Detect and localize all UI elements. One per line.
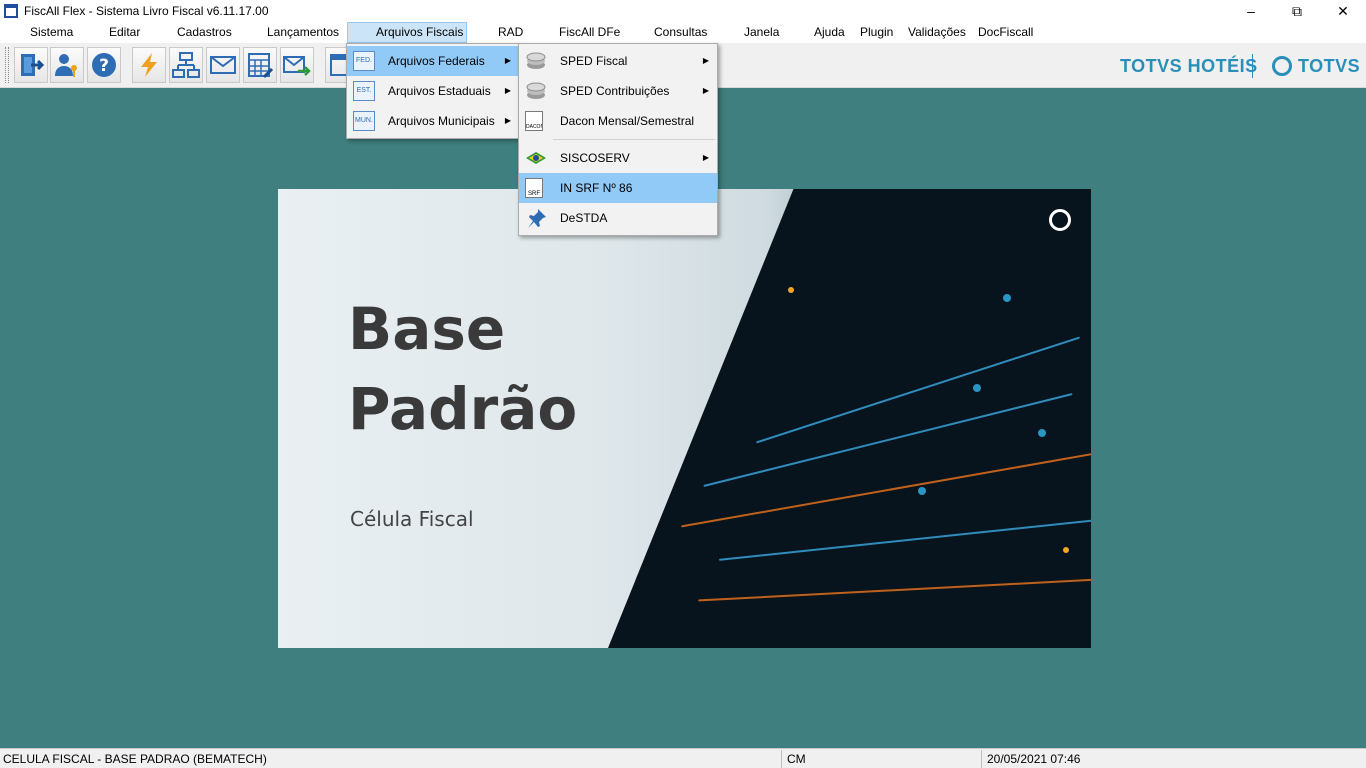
menu-consultas[interactable]: Consultas — [648, 22, 713, 43]
submenu-arrow-icon: ▶ — [702, 153, 709, 162]
splash-dark-panel — [608, 189, 1091, 648]
light-dot — [918, 487, 926, 495]
window-title: FiscAll Flex - Sistema Livro Fiscal v6.1… — [24, 4, 269, 18]
menu-editar[interactable]: Editar — [103, 22, 146, 43]
menu-item-label: DeSTDA — [560, 211, 608, 225]
menu-item-label: Arquivos Municipais — [388, 114, 495, 128]
splash-logo-icon — [1049, 209, 1071, 231]
menu-rad[interactable]: RAD — [492, 22, 529, 43]
light-dot — [973, 384, 981, 392]
status-bar: CELULA FISCAL - BASE PADRAO (BEMATECH) C… — [0, 748, 1366, 768]
totvs-logo-icon — [1272, 56, 1292, 76]
network-icon — [172, 52, 200, 78]
submenu-arrow-icon: ▶ — [504, 86, 511, 95]
calculator-button[interactable] — [243, 47, 277, 83]
menu-cadastros[interactable]: Cadastros — [171, 22, 238, 43]
menu-item-label: Dacon Mensal/Semestral — [560, 114, 695, 128]
menu-item-sped-contribuicoes[interactable]: SPED Contribuições ▶ — [519, 76, 717, 106]
user-key-icon — [55, 54, 77, 77]
splash-title: Base Padrão — [348, 289, 577, 449]
dacon-document-icon: DACON — [525, 111, 543, 131]
minimize-icon: – — [1247, 3, 1255, 19]
menu-item-label: SPED Fiscal — [560, 54, 628, 68]
light-dot — [1003, 294, 1011, 302]
menu-janela[interactable]: Janela — [738, 22, 785, 43]
splash-image: Base Padrão Célula Fiscal — [278, 189, 1091, 648]
menu-item-label: Arquivos Federais — [388, 54, 485, 68]
est-icon: EST. — [353, 81, 375, 101]
menu-plugin[interactable]: Plugin — [854, 22, 899, 43]
network-button[interactable] — [169, 47, 203, 83]
splash-subtitle: Célula Fiscal — [350, 507, 474, 531]
menu-item-arquivos-municipais[interactable]: MUN. Arquivos Municipais ▶ — [347, 106, 519, 136]
mail-button[interactable] — [206, 47, 240, 83]
user-key-button[interactable] — [50, 47, 84, 83]
menu-validacoes[interactable]: Validações — [902, 22, 972, 43]
toolbar-grip[interactable] — [5, 47, 9, 83]
menu-ajuda[interactable]: Ajuda — [808, 22, 851, 43]
status-datetime: 20/05/2021 07:46 — [987, 752, 1081, 766]
splash-title-line1: Base — [348, 295, 506, 363]
menu-item-dacon[interactable]: DACON Dacon Mensal/Semestral — [519, 106, 717, 136]
mun-icon: MUN. — [353, 111, 375, 131]
close-icon: ✕ — [1337, 2, 1349, 19]
submenu-arrow-icon: ▶ — [504, 56, 511, 65]
menu-item-label: IN SRF Nº 86 — [560, 181, 633, 195]
help-icon: ? — [92, 53, 116, 77]
splash-title-line2: Padrão — [348, 375, 578, 443]
menu-sistema[interactable]: Sistema — [24, 22, 79, 43]
exit-button[interactable] — [14, 47, 48, 83]
light-dot — [788, 287, 794, 293]
pushpin-icon — [525, 208, 547, 228]
light-dot — [1063, 547, 1069, 553]
exit-door-icon — [21, 54, 45, 76]
menu-item-destda[interactable]: DeSTDA — [519, 203, 717, 233]
menu-item-siscoserv[interactable]: SISCOSERV ▶ — [519, 143, 717, 173]
srf-document-icon: SRF — [525, 178, 543, 198]
calculator-icon — [248, 53, 274, 79]
app-icon — [4, 4, 18, 18]
lightning-button[interactable] — [132, 47, 166, 83]
light-dot — [1038, 429, 1046, 437]
totvs-logo-text: TOTVS — [1298, 55, 1361, 76]
menu-separator — [553, 139, 715, 140]
menu-docfiscall[interactable]: DocFiscall — [972, 22, 1039, 43]
send-mail-icon — [283, 56, 311, 76]
menu-fiscall-dfe[interactable]: FiscAll DFe — [553, 22, 626, 43]
close-button[interactable]: ✕ — [1320, 0, 1366, 22]
restore-icon: ⧉ — [1292, 2, 1302, 19]
title-bar: FiscAll Flex - Sistema Livro Fiscal v6.1… — [0, 0, 1366, 22]
submenu-arrow-icon: ▶ — [504, 116, 511, 125]
menu-item-label: SPED Contribuições — [560, 84, 670, 98]
brand-divider — [1252, 54, 1253, 78]
arquivos-federais-submenu: SPED Fiscal ▶ SPED Contribuições ▶ DACON… — [518, 43, 718, 236]
totvs-logo: TOTVS — [1272, 52, 1360, 80]
send-mail-button[interactable] — [280, 47, 314, 83]
menu-item-sped-fiscal[interactable]: SPED Fiscal ▶ — [519, 46, 717, 76]
restore-button[interactable]: ⧉ — [1274, 0, 1320, 22]
totvs-hoteis-logo: TOTVS HOTÉIS — [1120, 55, 1258, 76]
menu-item-label: Arquivos Estaduais — [388, 84, 491, 98]
status-company: CELULA FISCAL - BASE PADRAO (BEMATECH) — [0, 750, 782, 768]
menu-lancamentos[interactable]: Lançamentos — [261, 22, 345, 43]
mail-icon — [210, 56, 236, 74]
sped-disk-icon — [525, 51, 547, 71]
help-button[interactable]: ? — [87, 47, 121, 83]
sped-disk-icon — [525, 81, 547, 101]
fed-icon: FED. — [353, 51, 375, 71]
arquivos-fiscais-menu: FED. Arquivos Federais ▶ EST. Arquivos E… — [346, 43, 520, 139]
status-code: CM — [784, 750, 982, 768]
menu-item-label: SISCOSERV — [560, 151, 630, 165]
menu-bar: Sistema Editar Cadastros Lançamentos Arq… — [0, 22, 1366, 43]
svg-text:?: ? — [99, 56, 109, 76]
menu-arquivos-fiscais[interactable]: Arquivos Fiscais — [347, 22, 467, 43]
menu-item-arquivos-federais[interactable]: FED. Arquivos Federais ▶ — [347, 46, 519, 76]
brazil-flag-icon — [525, 148, 547, 168]
minimize-button[interactable]: – — [1228, 0, 1274, 22]
menu-item-in-srf-86[interactable]: SRF IN SRF Nº 86 — [519, 173, 717, 203]
submenu-arrow-icon: ▶ — [702, 56, 709, 65]
menu-item-arquivos-estaduais[interactable]: EST. Arquivos Estaduais ▶ — [347, 76, 519, 106]
submenu-arrow-icon: ▶ — [702, 86, 709, 95]
lightning-icon — [141, 53, 157, 77]
